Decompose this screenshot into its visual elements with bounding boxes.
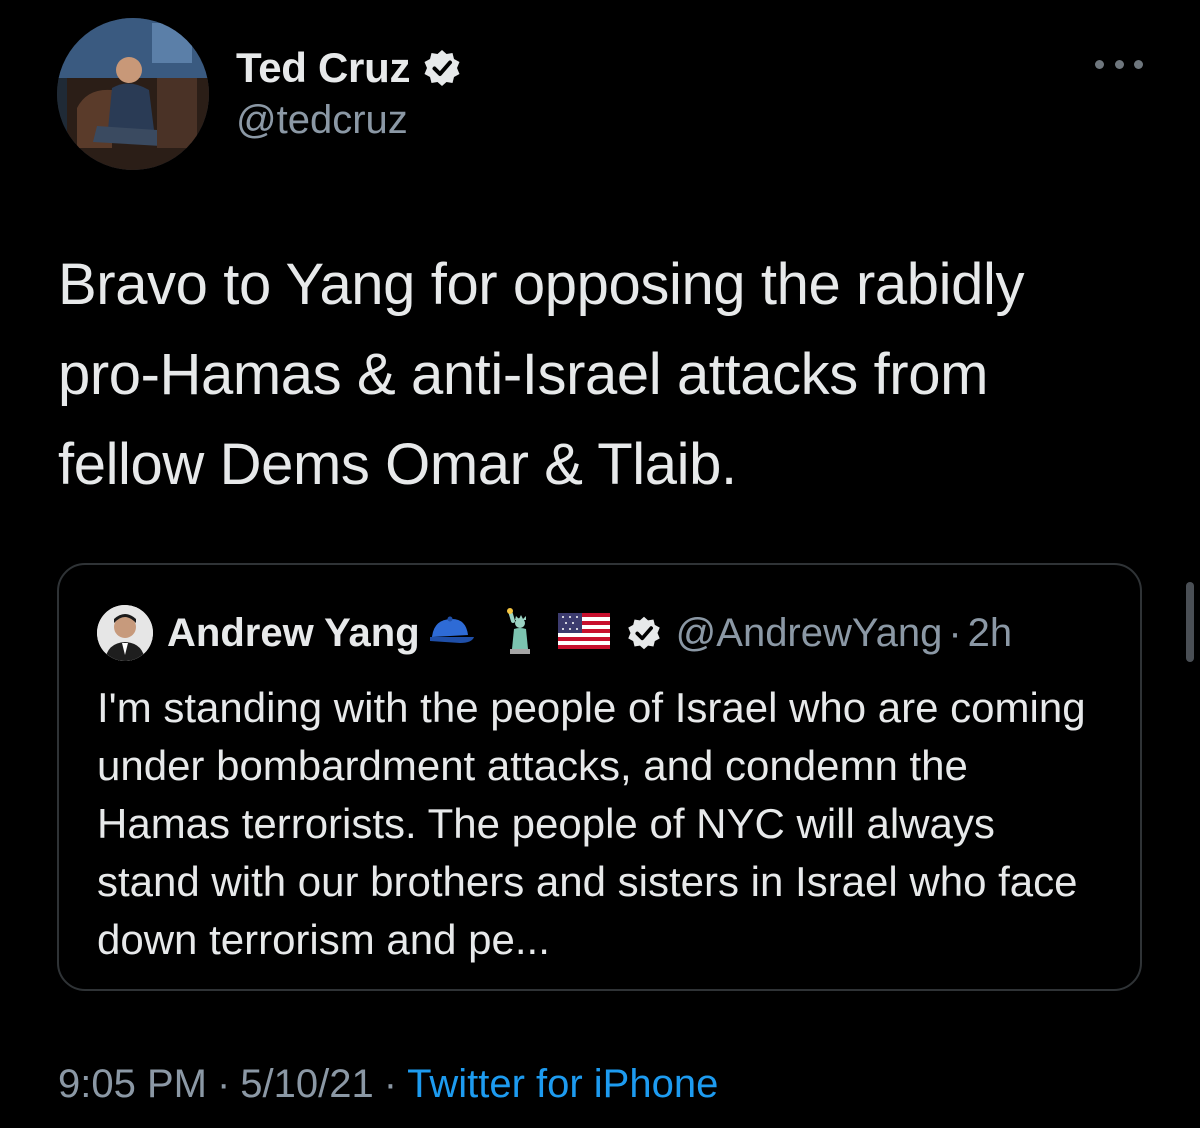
quoted-author-name[interactable]: Andrew Yang bbox=[167, 611, 420, 656]
author-handle[interactable]: @tedcruz bbox=[236, 98, 462, 143]
author-name-row: Ted Cruz bbox=[236, 40, 462, 96]
separator-dot: · bbox=[216, 1062, 231, 1106]
quoted-tweet-time[interactable]: 2h bbox=[968, 611, 1013, 656]
statue-of-liberty-icon bbox=[500, 607, 544, 660]
scrollbar-thumb[interactable] bbox=[1186, 582, 1194, 662]
tweet-text: Bravo to Yang for opposing the rabidly p… bbox=[58, 252, 1025, 497]
separator-dot: · bbox=[948, 610, 962, 655]
tweet-time[interactable]: 9:05 PM bbox=[58, 1062, 207, 1106]
quoted-author-avatar bbox=[97, 605, 153, 661]
author-display-name[interactable]: Ted Cruz bbox=[236, 44, 410, 92]
us-flag-icon bbox=[557, 612, 610, 654]
tweet-author[interactable]: Ted Cruz @tedcruz bbox=[236, 40, 462, 143]
profile-photo-icon bbox=[57, 18, 209, 170]
ellipsis-icon-dot bbox=[1095, 59, 1104, 69]
verified-badge-icon bbox=[422, 48, 462, 88]
more-options-button[interactable] bbox=[1095, 52, 1143, 76]
tweet-date[interactable]: 5/10/21 bbox=[240, 1062, 373, 1106]
quoted-author-handle[interactable]: @AndrewYang bbox=[676, 611, 943, 656]
verified-badge-icon bbox=[626, 615, 662, 651]
quoted-tweet-text: I'm standing with the people of Israel w… bbox=[97, 684, 1086, 963]
separator-dot: · bbox=[383, 1062, 398, 1106]
ellipsis-icon-dot bbox=[1134, 59, 1143, 69]
profile-photo-icon bbox=[97, 605, 153, 661]
quoted-tweet-header: Andrew Yang @AndrewYang · 2h bbox=[167, 603, 1012, 663]
blue-cap-icon bbox=[426, 611, 476, 656]
author-avatar[interactable] bbox=[57, 18, 209, 170]
tweet-source-link[interactable]: Twitter for iPhone bbox=[407, 1062, 718, 1106]
tweet-meta: 9:05 PM · 5/10/21 · Twitter for iPhone bbox=[58, 1062, 718, 1107]
quoted-tweet-card[interactable]: Andrew Yang @AndrewYang · 2h I'm standin… bbox=[57, 563, 1142, 991]
ellipsis-icon-dot bbox=[1114, 59, 1124, 69]
